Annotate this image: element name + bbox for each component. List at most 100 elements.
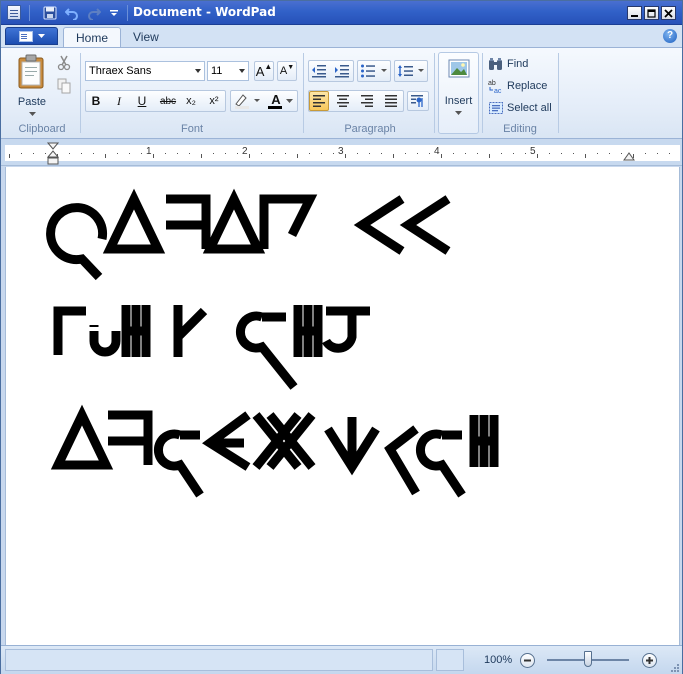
customize-qat-icon[interactable]	[105, 4, 123, 22]
glyph	[259, 194, 318, 249]
ruler-tick	[549, 153, 550, 154]
ruler-tick	[489, 154, 490, 158]
select-all-button[interactable]: Select all	[488, 99, 552, 117]
glyph	[236, 311, 298, 390]
superscript-button[interactable]: x²	[204, 91, 224, 111]
tab-view[interactable]: View	[121, 27, 171, 48]
ruler[interactable]: 1 2 3 4 5	[1, 140, 682, 166]
paste-label: Paste	[17, 96, 47, 108]
replace-button[interactable]: ab ac Replace	[488, 77, 547, 95]
ruler-tick	[441, 154, 442, 158]
wordpad-app-icon[interactable]	[7, 5, 21, 20]
select-all-icon	[489, 102, 503, 114]
align-right-icon	[361, 95, 373, 107]
font-family-value: Thraex Sans	[89, 65, 152, 77]
glyph	[469, 415, 499, 467]
glyph	[202, 411, 251, 471]
svg-text:ab: ab	[488, 80, 496, 87]
decrease-indent-icon	[312, 65, 326, 78]
redo-icon[interactable]	[85, 4, 103, 22]
maximize-button[interactable]	[644, 6, 659, 20]
chevron-down-icon	[239, 69, 245, 73]
picture-icon	[448, 59, 470, 78]
glyph	[102, 188, 166, 254]
align-center-button[interactable]	[333, 91, 353, 111]
status-panel	[5, 649, 433, 671]
zoom-in-button[interactable]	[642, 653, 657, 668]
select-all-label: Select all	[507, 102, 552, 114]
clipboard-icon	[18, 54, 44, 89]
ruler-tick	[561, 153, 562, 154]
right-indent-marker-icon[interactable]	[623, 151, 635, 161]
ruler-number: 5	[530, 146, 536, 157]
document-area[interactable]	[5, 167, 680, 645]
ruler-tick	[285, 153, 286, 154]
ruler-tick	[201, 154, 202, 158]
ruler-tick	[621, 153, 622, 154]
ruler-tick	[525, 153, 526, 154]
glyph	[108, 410, 153, 465]
ruler-tick	[249, 154, 250, 158]
glyph	[353, 195, 405, 255]
line-spacing-button[interactable]	[395, 61, 427, 81]
ruler-tick	[501, 153, 502, 154]
close-button[interactable]	[661, 6, 676, 20]
zoom-slider-thumb[interactable]	[584, 651, 592, 667]
ruler-strip: 1 2 3 4 5	[5, 145, 680, 161]
resize-grip-icon[interactable]	[670, 663, 680, 673]
minimize-button[interactable]	[627, 6, 642, 20]
ruler-tick	[177, 153, 178, 154]
font-color-button[interactable]: A	[265, 91, 297, 111]
find-button[interactable]: Find	[488, 55, 528, 73]
paragraph-icon	[411, 95, 423, 107]
ruler-tick	[9, 154, 10, 158]
indent-marker-icon[interactable]	[47, 142, 59, 166]
glyph	[416, 429, 466, 498]
save-icon[interactable]	[41, 4, 59, 22]
increase-indent-button[interactable]	[332, 61, 352, 81]
font-size-select[interactable]: 11	[207, 61, 249, 81]
cut-icon[interactable]	[56, 55, 72, 71]
paste-button[interactable]: Paste	[13, 54, 51, 116]
zoom-out-button[interactable]	[520, 653, 535, 668]
align-left-button[interactable]	[309, 91, 329, 111]
undo-icon[interactable]	[63, 4, 81, 22]
copy-icon[interactable]	[56, 78, 72, 94]
ruler-tick	[357, 153, 358, 154]
ruler-tick	[261, 153, 262, 154]
grow-font-button[interactable]: A ▲	[254, 61, 274, 81]
shrink-font-button[interactable]: A ▼	[277, 61, 297, 81]
qat-separator	[127, 5, 128, 21]
application-menu-button[interactable]	[5, 27, 58, 45]
bullet-list-button[interactable]	[358, 61, 390, 81]
font-size-value: 11	[211, 65, 223, 77]
decrease-indent-button[interactable]	[309, 61, 329, 81]
highlight-button[interactable]	[231, 91, 263, 111]
subscript-button[interactable]: x₂	[181, 91, 201, 111]
tab-home[interactable]: Home	[63, 27, 122, 48]
align-right-button[interactable]	[357, 91, 377, 111]
bold-button[interactable]: B	[86, 91, 106, 111]
ruler-tick	[537, 154, 538, 158]
ruler-tick	[21, 153, 22, 154]
strikethrough-button[interactable]: abc	[156, 91, 180, 111]
ruler-tick	[189, 153, 190, 154]
glyph	[293, 305, 323, 357]
justify-button[interactable]	[381, 91, 401, 111]
bullet-list-icon	[361, 64, 387, 78]
insert-button[interactable]: Insert	[438, 52, 479, 134]
font-family-select[interactable]: Thraex Sans	[85, 61, 205, 81]
glyph	[202, 188, 266, 254]
align-left-icon	[313, 95, 325, 107]
help-icon[interactable]: ?	[663, 29, 677, 43]
qat-separator	[29, 5, 30, 21]
italic-button[interactable]: I	[109, 91, 129, 111]
paragraph-dialog-button[interactable]	[407, 91, 429, 111]
wordpad-window: Document - WordPad Home View ? Paste Cli…	[0, 0, 683, 674]
clipboard-group-label: Clipboard	[18, 123, 66, 135]
ruler-tick	[297, 154, 298, 158]
ruler-tick	[45, 153, 46, 154]
underline-button[interactable]: U	[132, 91, 152, 111]
chevron-down-icon	[286, 99, 293, 103]
chevron-down-icon	[195, 69, 201, 73]
